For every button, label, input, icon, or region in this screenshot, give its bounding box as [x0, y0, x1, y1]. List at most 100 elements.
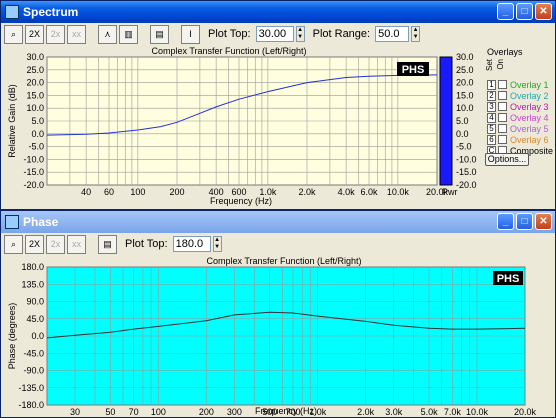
bars-icon[interactable]: ▥ — [119, 24, 138, 44]
phase-logo-text: PHS — [497, 273, 520, 285]
spectrum-xtick-label: 4.0k — [338, 187, 356, 197]
pwr-tick-label: 10.0 — [456, 103, 474, 113]
phase-title: Phase — [23, 215, 59, 229]
phase-titlebar[interactable]: Phase _ □ ✕ — [1, 211, 555, 233]
spectrum-xtick-label: 10.0k — [387, 187, 410, 197]
minimize-button[interactable]: _ — [497, 3, 514, 20]
spectrum-logo-text: PHS — [402, 64, 425, 76]
plot-top-input[interactable]: 30.00 — [255, 26, 294, 42]
on-2x-button[interactable]: 2X — [25, 24, 44, 44]
overlay-label: Overlay 2 — [510, 90, 549, 101]
spectrum-titlebar[interactable]: Spectrum _ □ ✕ — [1, 1, 555, 23]
overlay-set-button[interactable]: 6 — [487, 134, 496, 145]
phase-close-button[interactable]: ✕ — [535, 213, 552, 230]
phase-ytick-label: 180.0 — [21, 262, 44, 272]
overlay-checkbox[interactable] — [498, 102, 507, 111]
phase-xlabel: Frequency (Hz) — [255, 406, 317, 416]
phase-chart: Complex Transfer Function (Left/Right) 1… — [1, 255, 555, 417]
spectrum-ytick-label: -20.0 — [23, 180, 44, 190]
spectrum-xtick-label: 100 — [130, 187, 145, 197]
overlay-set-button[interactable]: 5 — [487, 123, 496, 134]
overlay-checkbox[interactable] — [498, 91, 507, 100]
phase-xtick-label: 100 — [151, 407, 166, 417]
plot-top-label: Plot Top: — [208, 28, 251, 40]
spectrum-window: Spectrum _ □ ✕ ⌕ 2X 2x xx ⋏ ▥ ▤ Ι Plot T… — [0, 0, 556, 210]
phase-zoom-icon[interactable]: ⌕ — [4, 234, 23, 254]
plot-range-input[interactable]: 50.0 — [375, 26, 410, 42]
zoom-icon[interactable]: ⌕ — [4, 24, 23, 44]
spectrum-ylabel: Relative Gain (dB) — [7, 84, 17, 158]
overlay-checkbox[interactable] — [498, 113, 507, 122]
overlay-set-button[interactable]: 2 — [487, 90, 496, 101]
close-button[interactable]: ✕ — [535, 3, 552, 20]
overlay-checkbox[interactable] — [498, 80, 507, 89]
spectrum-ytick-label: 15.0 — [26, 90, 44, 100]
overlay-row: 3 Overlay 3 — [487, 101, 549, 112]
pwr-tick-label: -20.0 — [456, 180, 477, 190]
overlay-set-button[interactable]: 3 — [487, 101, 496, 112]
overlay-set-button[interactable]: 4 — [487, 112, 496, 123]
phase-window: Phase _ □ ✕ ⌕ 2X 2x xx ▤ Plot Top: 180.0… — [0, 210, 556, 418]
phase-xtick-label: 5.0k — [421, 407, 439, 417]
phase-curr-2xx-button[interactable]: xx — [67, 234, 86, 254]
spectrum-ytick-label: 5.0 — [31, 116, 44, 126]
phase-plot-top-label: Plot Top: — [125, 238, 168, 250]
overlay-row: 4 Overlay 4 — [487, 112, 549, 123]
curr-2xx-button[interactable]: xx — [67, 24, 86, 44]
phase-xtick-label: 30 — [70, 407, 80, 417]
spectrum-chart-title: Complex Transfer Function (Left/Right) — [151, 46, 306, 56]
overlay-row: 1 Overlay 1 — [487, 79, 549, 90]
spectrum-ytick-label: -10.0 — [23, 154, 44, 164]
overlay-label: Overlay 5 — [510, 123, 549, 134]
phase-curr-2x-button[interactable]: 2x — [46, 234, 65, 254]
phase-ylabel: Phase (degrees) — [7, 303, 17, 370]
spectrum-xtick-label: 2.0k — [298, 187, 316, 197]
phase-ytick-label: -45.0 — [23, 348, 44, 358]
phase-plot-top-spinner[interactable]: ▲ ▼ — [212, 236, 222, 252]
overlay-label: Overlay 4 — [510, 112, 549, 123]
spectrum-xtick-label: 200 — [169, 187, 184, 197]
spectrum-ytick-label: 10.0 — [26, 103, 44, 113]
phase-plot-top-input[interactable]: 180.0 — [172, 236, 211, 252]
overlay-set-button[interactable]: 1 — [487, 79, 496, 90]
plot-top-spinner[interactable]: ▲ ▼ — [295, 26, 305, 42]
curr-2x-button[interactable]: 2x — [46, 24, 65, 44]
pwr-tick-label: -15.0 — [456, 167, 477, 177]
window-icon[interactable]: ▤ — [150, 24, 169, 44]
spectrum-ytick-label: -15.0 — [23, 167, 44, 177]
spectrum-xlabel: Frequency (Hz) — [210, 196, 272, 206]
overlay-checkbox[interactable] — [498, 124, 507, 133]
spectrum-ytick-label: 0.0 — [31, 129, 44, 139]
plot-range-label: Plot Range: — [312, 28, 371, 40]
overlay-label: Overlay 1 — [510, 79, 549, 90]
phase-maximize-button[interactable]: □ — [516, 213, 533, 230]
overlay-checkbox[interactable] — [498, 135, 507, 144]
peak-icon[interactable]: ⋏ — [98, 24, 117, 44]
phase-window-icon[interactable]: ▤ — [98, 234, 117, 254]
options-button[interactable]: Options... — [485, 153, 529, 166]
overlay-label: Overlay 6 — [510, 134, 549, 145]
pwr-tick-label: 30.0 — [456, 52, 474, 62]
phase-xtick-label: 10.0k — [466, 407, 489, 417]
spectrum-ytick-label: 20.0 — [26, 78, 44, 88]
pwr-tick-label: 25.0 — [456, 65, 474, 75]
phase-xtick-label: 7.0k — [444, 407, 462, 417]
pwr-tick-label: 20.0 — [456, 78, 474, 88]
phase-on-2x-button[interactable]: 2X — [25, 234, 44, 254]
set-label: Set — [485, 59, 494, 72]
spectrum-app-icon — [5, 5, 19, 19]
spectrum-ytick-label: 30.0 — [26, 52, 44, 62]
phase-xtick-label: 2.0k — [357, 407, 375, 417]
phase-minimize-button[interactable]: _ — [497, 213, 514, 230]
pwr-tick-label: 5.0 — [456, 116, 469, 126]
plot-range-spinner[interactable]: ▲ ▼ — [411, 26, 421, 42]
spectrum-ytick-label: 25.0 — [26, 65, 44, 75]
maximize-button[interactable]: □ — [516, 3, 533, 20]
phase-ytick-label: -90.0 — [23, 366, 44, 376]
phase-xtick-label: 50 — [105, 407, 115, 417]
spectrum-title: Spectrum — [23, 5, 79, 19]
overlay-label: Overlay 3 — [510, 101, 549, 112]
phase-xtick-label: 3.0k — [385, 407, 403, 417]
pwr-tick-label: 15.0 — [456, 90, 474, 100]
cursor-icon[interactable]: Ι — [181, 24, 200, 44]
